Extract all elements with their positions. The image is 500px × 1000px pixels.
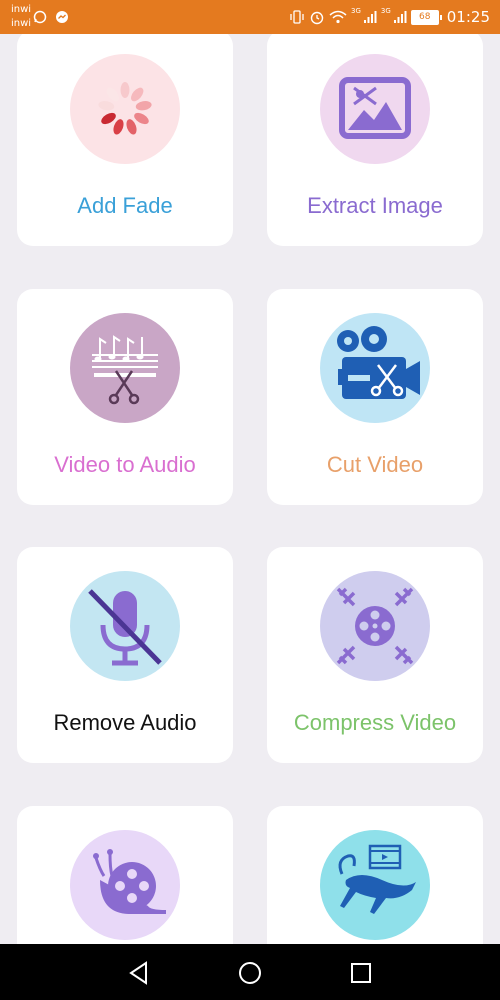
vibrate-icon xyxy=(290,10,304,24)
network-type-2: 3G xyxy=(380,7,391,15)
tool-card-compress-video[interactable]: Compress Video xyxy=(267,547,483,763)
fast-motion-icon xyxy=(320,830,430,940)
back-icon[interactable] xyxy=(126,960,152,986)
mic-off-icon xyxy=(70,571,180,681)
music-cut-icon xyxy=(70,313,180,423)
status-time: 01:25 xyxy=(446,8,490,26)
signal-icon-1 xyxy=(363,11,377,23)
film-camera-icon xyxy=(320,313,430,423)
tool-card-remove-audio[interactable]: Remove Audio xyxy=(17,547,233,763)
signal-icon-2 xyxy=(393,11,407,23)
slow-motion-icon xyxy=(70,830,180,940)
tool-label: Remove Audio xyxy=(53,710,197,735)
compress-icon xyxy=(320,571,430,681)
tool-label: Extract Image xyxy=(307,193,443,218)
carrier-1: inwi xyxy=(11,4,32,15)
battery-indicator: 68 xyxy=(410,9,442,25)
tool-card-cut-video[interactable]: Cut Video xyxy=(267,289,483,505)
tool-label: Cut Video xyxy=(326,452,424,477)
network-type-1: 3G xyxy=(350,7,361,15)
status-icons: 3G 3G 68 01:25 xyxy=(289,7,490,27)
messenger-icon xyxy=(56,11,68,23)
tool-label: Video to Audio xyxy=(54,452,196,477)
tool-card-extract-image[interactable]: Extract Image xyxy=(267,34,483,246)
fade-icon xyxy=(70,54,180,164)
navigation-bar xyxy=(0,944,500,1000)
home-icon[interactable] xyxy=(237,960,263,986)
tool-label: Compress Video xyxy=(293,710,457,735)
tool-card-video-to-audio[interactable]: Video to Audio xyxy=(17,289,233,505)
alarm-icon xyxy=(310,11,324,25)
whatsapp-icon xyxy=(33,10,47,24)
tool-card-fast-motion[interactable] xyxy=(267,806,483,944)
status-bar: inwi inwi 3G 3G 68 01:25 xyxy=(0,0,500,34)
carrier-2: inwi xyxy=(11,18,32,29)
recents-icon[interactable] xyxy=(348,960,374,986)
tool-label: Add Fade xyxy=(77,193,173,218)
tool-card-add-fade[interactable]: Add Fade xyxy=(17,34,233,246)
tool-card-slow-motion[interactable] xyxy=(17,806,233,944)
tools-grid: Add Fade Extract Image Video to Audio Cu… xyxy=(0,34,500,944)
image-icon xyxy=(320,54,430,164)
wifi-icon xyxy=(329,10,347,24)
